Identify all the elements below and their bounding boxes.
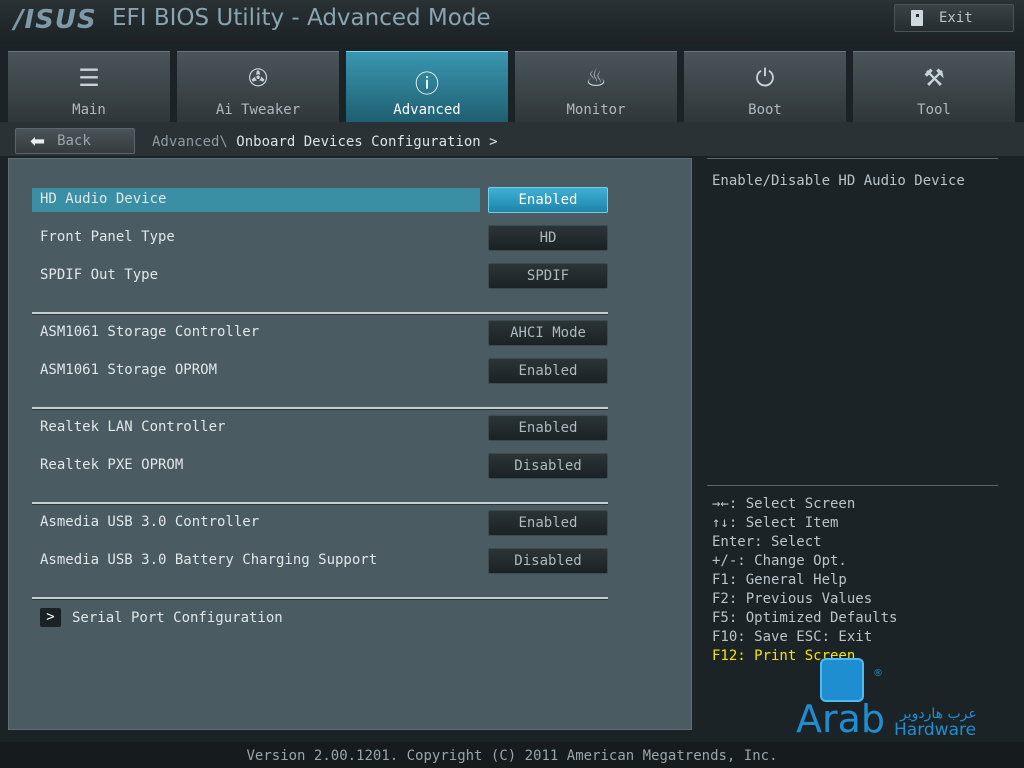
watermark-registered-mark: ®	[873, 668, 883, 679]
key-legend-item: +/-: Change Opt.	[712, 553, 847, 569]
setting-value-button[interactable]: Enabled	[488, 510, 608, 536]
section-divider	[32, 407, 608, 410]
setting-label: Realtek LAN Controller	[40, 419, 226, 435]
breadcrumb-parent[interactable]: Advanced\	[152, 134, 228, 150]
tab-label: Ai Tweaker	[215, 102, 301, 118]
tab-label: Advanced	[393, 102, 461, 118]
setting-label: ASM1061 Storage Controller	[40, 324, 260, 340]
breadcrumb: Advanced\ Onboard Devices Configuration …	[152, 134, 498, 150]
back-arrow-icon: ⬅	[30, 130, 46, 152]
section-divider	[32, 502, 608, 505]
tab-boot[interactable]: ⏻ Boot	[684, 51, 846, 122]
setting-row-lan-controller[interactable]: Realtek LAN Controller Enabled	[32, 415, 608, 441]
advanced-info-icon: ⓘ	[415, 70, 439, 98]
tab-ai-tweaker[interactable]: ✇ Ai Tweaker	[177, 51, 339, 122]
watermark-arab: Arab	[796, 697, 886, 741]
back-button[interactable]: ⬅ Back	[15, 128, 135, 154]
key-legend-item: F5: Optimized Defaults	[712, 610, 898, 626]
help-description: Enable/Disable HD Audio Device	[712, 173, 965, 189]
setting-label: Realtek PXE OPROM	[40, 457, 184, 473]
version-text: Version 2.00.1201. Copyright (C) 2011 Am…	[246, 748, 778, 764]
breadcrumb-current: Onboard Devices Configuration	[236, 134, 481, 150]
setting-label: Front Panel Type	[40, 229, 175, 245]
section-divider	[32, 312, 608, 315]
back-label: Back	[57, 133, 91, 149]
setting-row-asm-oprom[interactable]: ASM1061 Storage OPROM Enabled	[32, 358, 608, 384]
breadcrumb-suffix: >	[489, 134, 498, 150]
exit-label: Exit	[939, 10, 973, 26]
power-icon: ⏻	[755, 64, 775, 92]
key-legend-item: →←: Select Screen	[712, 496, 856, 512]
setting-label: Asmedia USB 3.0 Controller	[40, 514, 260, 530]
setting-row-spdif[interactable]: SPDIF Out Type SPDIF	[32, 263, 608, 289]
setting-label: SPDIF Out Type	[40, 267, 159, 283]
key-legend-item: Enter: Select	[712, 534, 822, 550]
help-divider-middle	[707, 485, 998, 486]
submenu-arrow-icon[interactable]: >	[40, 608, 61, 627]
section-divider	[32, 597, 608, 600]
setting-value-button[interactable]: Disabled	[488, 548, 608, 574]
exit-button[interactable]: Exit	[894, 4, 1014, 32]
submenu-serial-port[interactable]: Serial Port Configuration	[72, 610, 283, 626]
key-legend-item: F10: Save ESC: Exit	[712, 629, 873, 645]
tab-label: Monitor	[566, 102, 626, 118]
app-title: EFI BIOS Utility - Advanced Mode	[112, 5, 491, 31]
toolbox-icon: ⚒	[923, 64, 945, 92]
door-exit-icon	[911, 10, 923, 26]
tab-label: Tool	[917, 102, 951, 118]
tab-main[interactable]: ☰ Main	[8, 51, 170, 122]
key-legend-item: F2: Previous Values	[712, 591, 873, 607]
key-legend-item: F1: General Help	[712, 572, 847, 588]
tab-label: Boot	[748, 102, 782, 118]
setting-value-button[interactable]: Disabled	[488, 453, 608, 479]
list-icon: ☰	[78, 64, 100, 92]
setting-value-button[interactable]: SPDIF	[488, 263, 608, 289]
setting-value-button[interactable]: AHCI Mode	[488, 320, 608, 346]
tab-tool[interactable]: ⚒ Tool	[853, 51, 1015, 122]
setting-row-usb3-charging[interactable]: Asmedia USB 3.0 Battery Charging Support…	[32, 548, 608, 574]
setting-row-front-panel[interactable]: Front Panel Type HD	[32, 225, 608, 251]
tweaker-icon: ✇	[247, 64, 269, 92]
watermark-hardware: Hardware	[894, 720, 977, 740]
print-screen-hotkey: F12: Print Screen	[712, 648, 856, 664]
setting-row-usb3-controller[interactable]: Asmedia USB 3.0 Controller Enabled	[32, 510, 608, 536]
setting-value-button[interactable]: Enabled	[488, 415, 608, 441]
setting-value-button[interactable]: Enabled	[488, 358, 608, 384]
watermark-chip-icon	[820, 658, 864, 702]
thermometer-icon: ♨	[585, 64, 607, 92]
tab-monitor[interactable]: ♨ Monitor	[515, 51, 677, 122]
setting-label: ASM1061 Storage OPROM	[40, 362, 218, 378]
setting-row-pxe-oprom[interactable]: Realtek PXE OPROM Disabled	[32, 453, 608, 479]
setting-value-button[interactable]: Enabled	[488, 187, 608, 213]
setting-row-asm-controller[interactable]: ASM1061 Storage Controller AHCI Mode	[32, 320, 608, 346]
key-legend-item: ↑↓: Select Item	[712, 515, 839, 531]
asus-logo: /ISUS	[14, 5, 97, 35]
key-legend: →←: Select Screen ↑↓: Select Item Enter:…	[712, 495, 897, 666]
help-divider-top	[707, 158, 998, 159]
setting-label: HD Audio Device	[40, 191, 167, 207]
tab-advanced[interactable]: ⓘ Advanced	[346, 51, 508, 122]
setting-row-hd-audio[interactable]: HD Audio Device Enabled	[32, 187, 608, 213]
setting-label: Asmedia USB 3.0 Battery Charging Support	[40, 552, 378, 568]
setting-value-button[interactable]: HD	[488, 225, 608, 251]
tab-label: Main	[72, 102, 106, 118]
